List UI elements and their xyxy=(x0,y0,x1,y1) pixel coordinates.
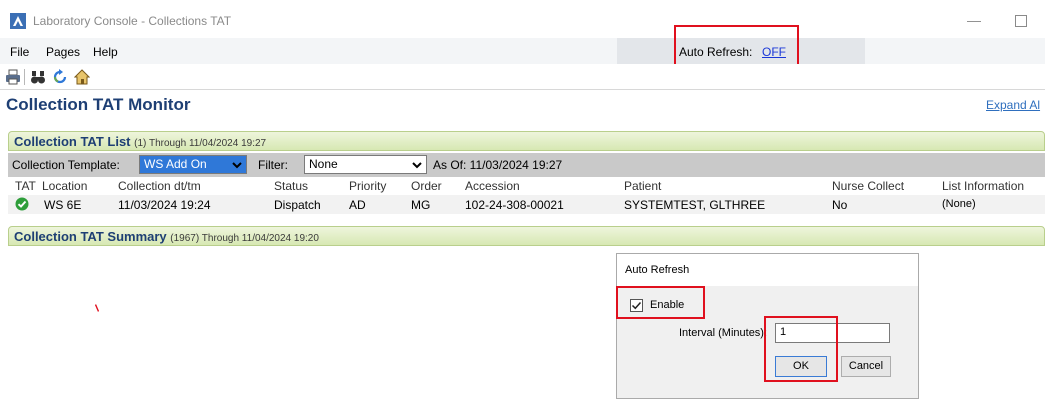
filter-select[interactable]: None xyxy=(304,155,427,174)
template-select[interactable]: WS Add On xyxy=(139,155,247,174)
cell-nurse-collect: No xyxy=(832,198,848,212)
column-header-status[interactable]: Status xyxy=(274,179,308,193)
column-header-nurse-collect[interactable]: Nurse Collect xyxy=(832,179,904,193)
chevron-down-icon xyxy=(232,162,242,169)
binoculars-icon[interactable] xyxy=(30,69,46,85)
auto-refresh-label: Auto Refresh: xyxy=(679,45,753,59)
interval-input[interactable]: 1 xyxy=(775,323,890,343)
column-header-accession[interactable]: Accession xyxy=(465,179,520,193)
app-icon xyxy=(10,13,26,29)
section-subtitle-tat-list: (1) Through 11/04/2024 19:27 xyxy=(134,138,267,149)
section-title-tat-list: Collection TAT List xyxy=(14,134,131,149)
section-subtitle-tat-summary: (1967) Through 11/04/2024 19:20 xyxy=(170,233,319,244)
chevron-down-icon xyxy=(412,162,422,169)
menu-bar xyxy=(0,38,1045,64)
red-tick-mark xyxy=(95,304,99,312)
window-title: Laboratory Console - Collections TAT xyxy=(33,14,232,28)
column-header-list-information[interactable]: List Information xyxy=(942,179,1024,193)
column-header-tat[interactable]: TAT xyxy=(15,179,36,193)
cell-status: Dispatch xyxy=(274,198,321,212)
menu-pages[interactable]: Pages xyxy=(46,45,80,59)
filter-bar: Collection Template: WS Add On Filter: N… xyxy=(8,153,1045,177)
collection-tat-summary-header[interactable]: Collection TAT Summary (1967) Through 11… xyxy=(8,226,1045,246)
template-label: Collection Template: xyxy=(12,158,120,172)
page-title: Collection TAT Monitor xyxy=(6,95,191,114)
enable-label[interactable]: Enable xyxy=(650,299,684,311)
check-circle-icon xyxy=(15,197,29,211)
cell-location: WS 6E xyxy=(44,198,82,212)
menu-help[interactable]: Help xyxy=(93,45,118,59)
column-header-location[interactable]: Location xyxy=(42,179,87,193)
home-icon[interactable] xyxy=(74,69,90,85)
cell-priority: AD xyxy=(349,198,366,212)
column-header-patient[interactable]: Patient xyxy=(624,179,661,193)
cancel-button[interactable]: Cancel xyxy=(841,356,891,377)
column-header-priority[interactable]: Priority xyxy=(349,179,386,193)
dialog-title: Auto Refresh xyxy=(625,264,690,276)
enable-checkbox[interactable] xyxy=(630,299,643,312)
cell-accession: 102-24-308-00021 xyxy=(465,198,564,212)
menu-file[interactable]: File xyxy=(10,45,29,59)
filter-label: Filter: xyxy=(258,158,288,172)
cell-patient: SYSTEMTEST, GLTHREE xyxy=(624,198,766,212)
column-header-collection-dt[interactable]: Collection dt/tm xyxy=(118,179,201,193)
minimize-button[interactable]: — xyxy=(964,10,984,30)
interval-label: Interval (Minutes): xyxy=(679,327,768,339)
toolbar xyxy=(0,64,1045,90)
cell-collection-dt: 11/03/2024 19:24 xyxy=(118,198,211,212)
ok-button[interactable]: OK xyxy=(775,356,827,377)
refresh-icon[interactable] xyxy=(52,69,68,85)
column-header-order[interactable]: Order xyxy=(411,179,442,193)
cell-list-information: (None) xyxy=(942,198,976,210)
dialog-titlebar: Auto Refresh xyxy=(617,254,918,286)
cell-order: MG xyxy=(411,198,431,212)
filter-select-value: None xyxy=(309,157,338,171)
window-titlebar: Laboratory Console - Collections TAT — xyxy=(0,0,1045,38)
auto-refresh-toggle-link[interactable]: OFF xyxy=(762,45,786,59)
as-of-text: As Of: 11/03/2024 19:27 xyxy=(433,158,563,172)
toolbar-separator xyxy=(24,69,25,85)
section-title-tat-summary: Collection TAT Summary xyxy=(14,229,167,244)
expand-all-link[interactable]: Expand Al xyxy=(986,98,1040,112)
print-icon[interactable] xyxy=(5,69,21,85)
checkmark-icon xyxy=(631,301,642,310)
collection-tat-list-header[interactable]: Collection TAT List (1) Through 11/04/20… xyxy=(8,131,1045,151)
maximize-button[interactable] xyxy=(1010,10,1030,30)
template-select-value: WS Add On xyxy=(144,157,207,171)
